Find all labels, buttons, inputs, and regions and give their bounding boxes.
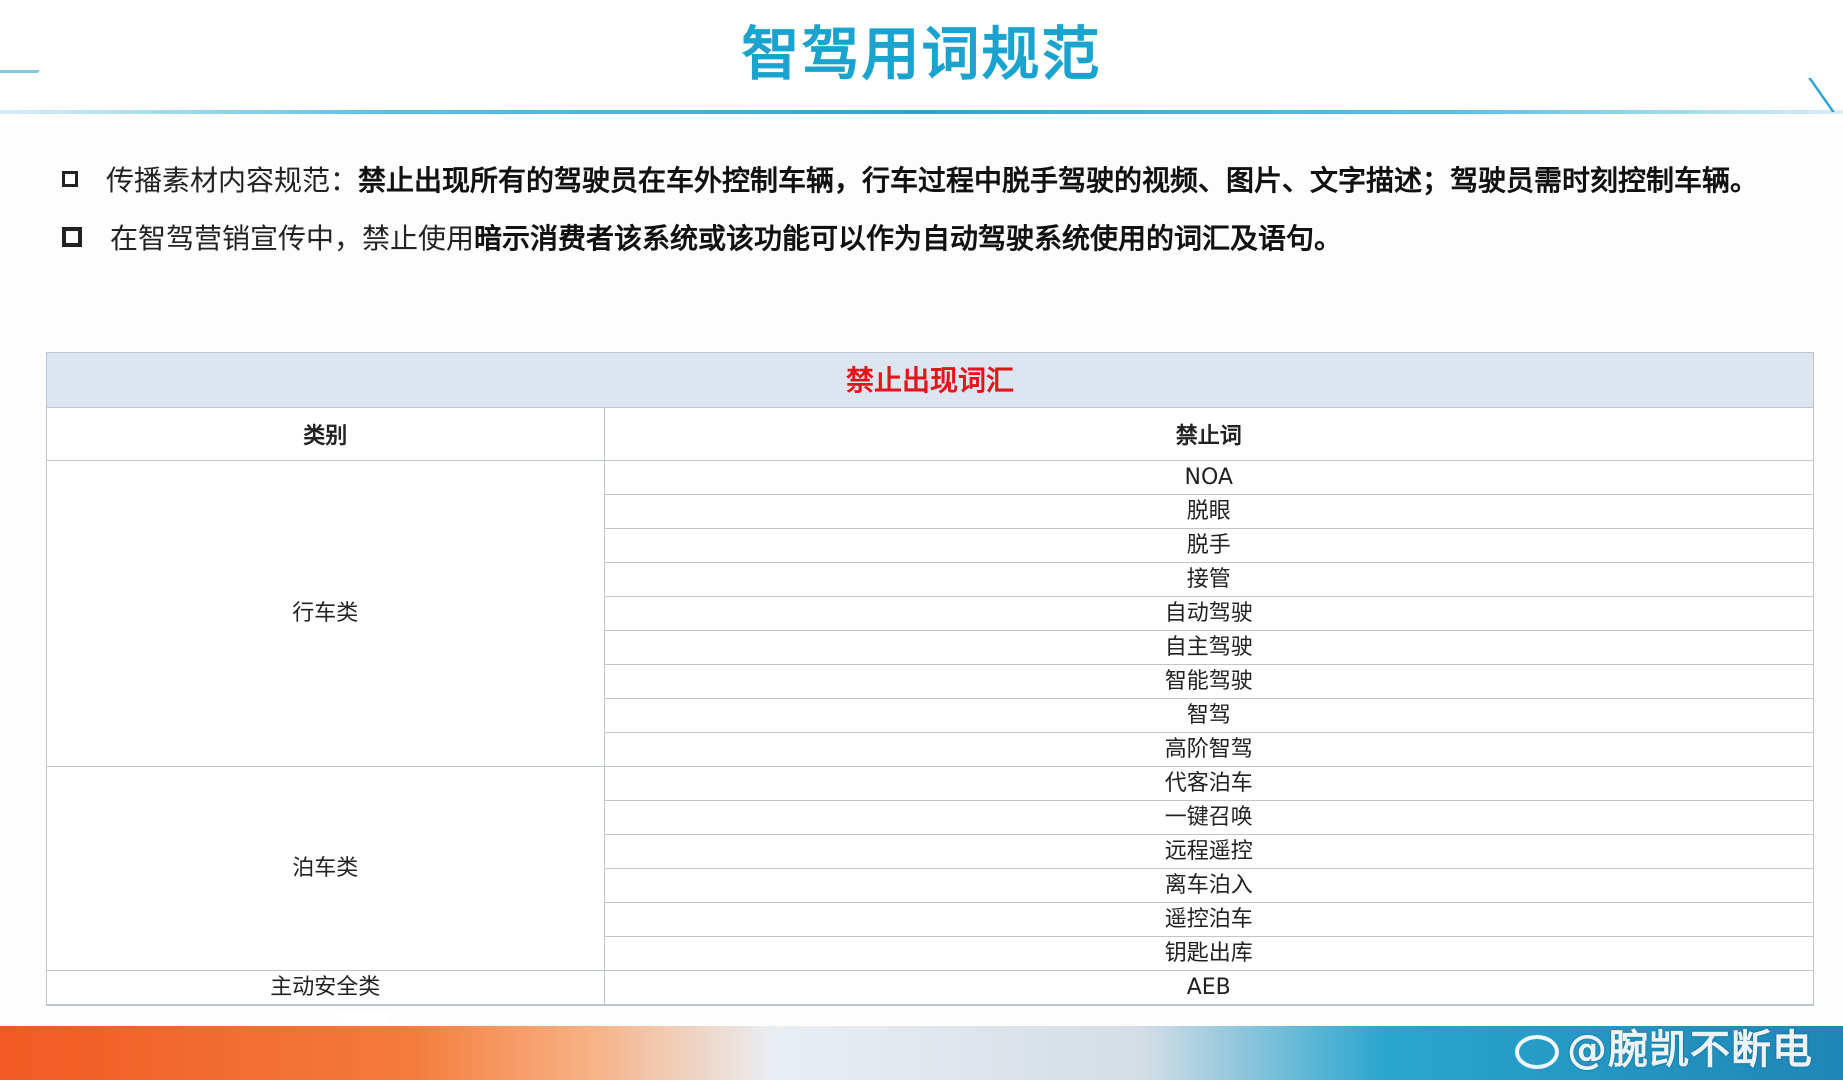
table-row: 主动安全类 AEB — [47, 970, 1813, 1005]
table-header-row: 类别 禁止词 — [47, 408, 1813, 461]
forbidden-words-table: 禁止出现词汇 类别 禁止词 行车类 NOA 脱眼 脱手 接管 自动驾驶 自主驾驶 智能驾驶 智驾… — [46, 352, 1814, 1006]
bullet-list: 传播素材内容规范：禁止出现所有的驾驶员在车外控制车辆，行车过程中脱手驾驶的视频、… — [60, 152, 1780, 268]
weibo-icon — [1515, 1035, 1559, 1069]
forbidden-word-cell: 智能驾驶 — [604, 664, 1813, 699]
forbidden-word-cell: 代客泊车 — [603, 766, 1813, 801]
forbidden-word-cell: 脱眼 — [604, 494, 1813, 529]
column-header-category: 类别 — [47, 408, 605, 461]
table-body: 行车类 NOA 脱眼 脱手 接管 自动驾驶 自主驾驶 智能驾驶 智驾 高阶智驾 泊车类 代客泊车 一键召… — [47, 460, 1813, 1005]
header-divider — [0, 110, 1843, 114]
bullet-lead: 在智驾营销宣传中，禁止使用 — [110, 222, 475, 255]
forbidden-word-cell: 钥匙出库 — [604, 936, 1813, 971]
watermark-text: @腕凯不断电 — [1567, 1027, 1813, 1073]
watermark: @腕凯不断电 — [1515, 1020, 1813, 1080]
forbidden-word-cell: 遥控泊车 — [604, 902, 1813, 937]
forbidden-word-cell: 脱手 — [604, 528, 1813, 563]
forbidden-word-cell: 接管 — [604, 562, 1813, 597]
column-header-forbidden-word: 禁止词 — [603, 408, 1813, 461]
category-cell: 行车类 — [47, 460, 605, 767]
forbidden-word-cell: 自主驾驶 — [604, 630, 1813, 665]
checkbox-bullet-icon — [62, 227, 82, 247]
forbidden-word-cell: NOA — [603, 460, 1813, 495]
slide-header: 智驾用词规范 — [0, 0, 1843, 122]
page-title: 智驾用词规范 — [741, 20, 1102, 88]
bullet-text: 在智驾营销宣传中，禁止使用暗示消费者该系统或该功能可以作为自动驾驶系统使用的词汇… — [110, 210, 1342, 268]
bullet-item: 在智驾营销宣传中，禁止使用暗示消费者该系统或该功能可以作为自动驾驶系统使用的词汇… — [60, 210, 1780, 268]
bullet-emphasis: 暗示消费者该系统或该功能可以作为自动驾驶系统使用的词汇及语句。 — [474, 222, 1343, 255]
forbidden-word-cell: 智驾 — [604, 698, 1813, 733]
forbidden-word-cell: 远程遥控 — [604, 834, 1813, 869]
forbidden-word-cell: 自动驾驶 — [604, 596, 1813, 631]
forbidden-word-cell: 一键召唤 — [604, 800, 1813, 835]
forbidden-word-cell: 高阶智驾 — [604, 732, 1813, 767]
checkbox-bullet-icon — [62, 171, 78, 187]
table-title: 禁止出现词汇 — [47, 353, 1813, 408]
bullet-lead: 传播素材内容规范： — [106, 164, 359, 197]
slide: 智驾用词规范 传播素材内容规范：禁止出现所有的驾驶员在车外控制车辆，行车过程中脱… — [0, 0, 1843, 1080]
category-cell: 主动安全类 — [47, 970, 605, 1005]
bullet-text: 传播素材内容规范：禁止出现所有的驾驶员在车外控制车辆，行车过程中脱手驾驶的视频、… — [106, 152, 1758, 210]
table-row: 泊车类 代客泊车 — [47, 766, 1813, 971]
bullet-item: 传播素材内容规范：禁止出现所有的驾驶员在车外控制车辆，行车过程中脱手驾驶的视频、… — [60, 152, 1780, 210]
words-table: 类别 禁止词 行车类 NOA 脱眼 脱手 接管 自动驾驶 自主驾驶 智能驾驶 智驾 高阶智驾 泊车类… — [47, 408, 1813, 1005]
category-cell: 泊车类 — [47, 766, 605, 971]
bullet-emphasis: 禁止出现所有的驾驶员在车外控制车辆，行车过程中脱手驾驶的视频、图片、文字描述；驾… — [358, 164, 1759, 197]
forbidden-word-cell: AEB — [603, 970, 1813, 1005]
forbidden-word-cell: 离车泊入 — [604, 868, 1813, 903]
table-row: 行车类 NOA — [47, 460, 1813, 767]
